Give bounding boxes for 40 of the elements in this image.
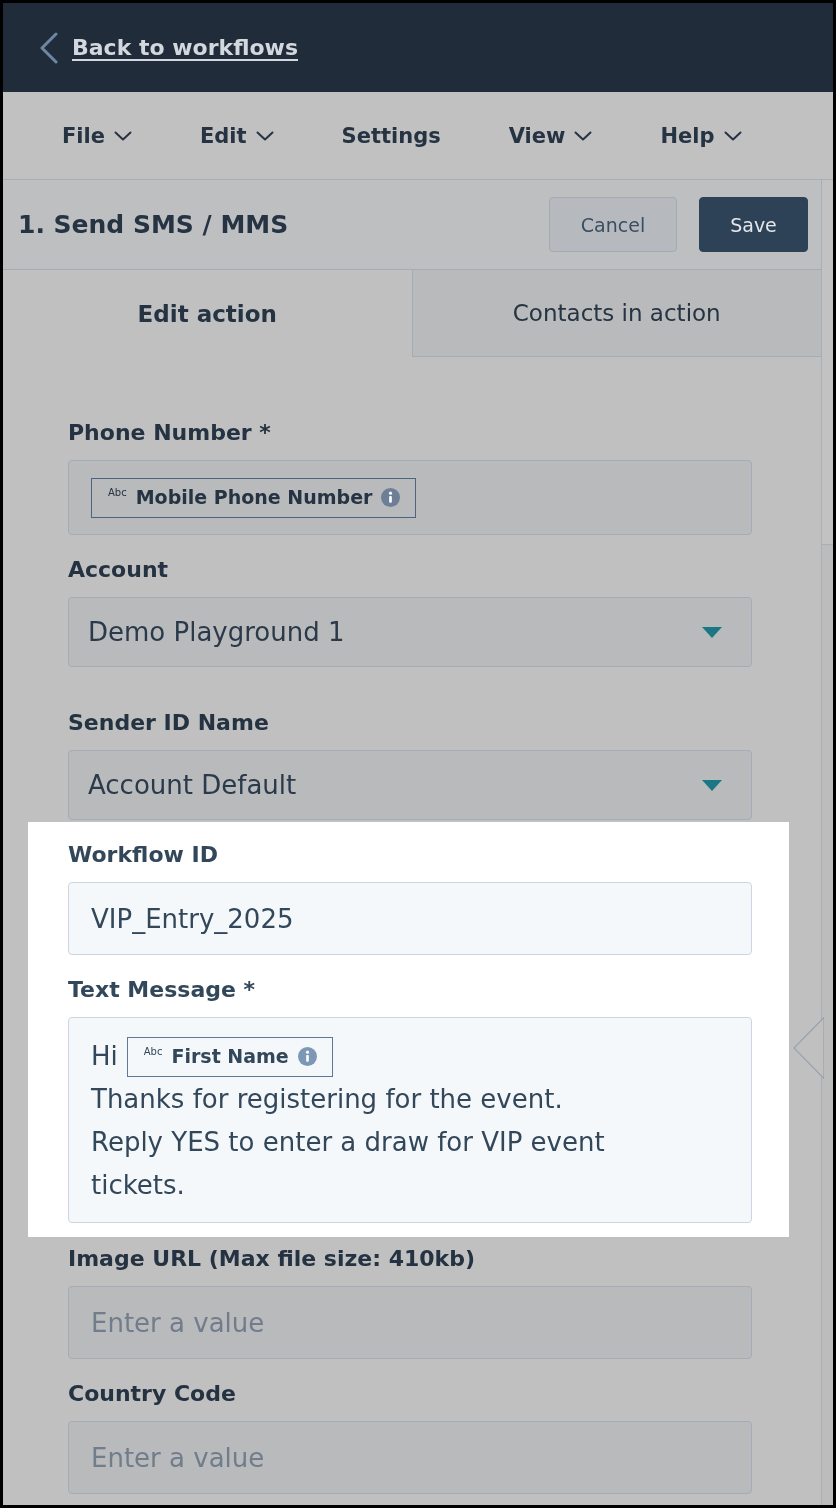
- input-field[interactable]: Enter a value: [68, 1421, 752, 1494]
- info-icon: [297, 1047, 317, 1066]
- property-token[interactable]: Abc First Name: [126, 1036, 333, 1077]
- menu-item[interactable]: Settings: [341, 123, 441, 148]
- message-text: Thanks for registering for the event.: [91, 1083, 564, 1116]
- token-label: First Name: [171, 1047, 289, 1066]
- input-field[interactable]: VIP_Entry_2025: [68, 882, 752, 955]
- message-text: tickets.: [91, 1169, 186, 1202]
- field-label: Phone Number *: [68, 419, 272, 447]
- menu-item[interactable]: Help: [660, 123, 742, 148]
- input-field[interactable]: Abc Mobile Phone Number: [68, 460, 752, 535]
- field-label: Country Code: [68, 1380, 237, 1408]
- field-label: Image URL (Max file size: 410kb): [68, 1245, 476, 1273]
- message-text: Reply YES to enter a draw for VIP event: [91, 1126, 606, 1159]
- type-label: Abc: [143, 1046, 163, 1057]
- caret-down-icon: [702, 626, 722, 638]
- field-label: Sender ID Name: [68, 709, 270, 737]
- token-label: Mobile Phone Number: [135, 488, 373, 507]
- tab[interactable]: Contacts in action: [411, 270, 821, 357]
- save-button[interactable]: Save: [699, 197, 808, 252]
- info-icon: [381, 488, 401, 507]
- field-label: Workflow ID: [68, 841, 219, 869]
- input-field[interactable]: Enter a value: [68, 1286, 752, 1359]
- chevron-left-icon: [40, 31, 58, 64]
- property-token[interactable]: Abc Mobile Phone Number: [91, 477, 417, 518]
- type-label: Abc: [108, 487, 127, 498]
- menu-item[interactable]: View: [508, 123, 593, 148]
- menu-item[interactable]: Edit: [200, 123, 274, 148]
- panel-title: 1. Send SMS / MMS: [18, 210, 290, 239]
- cancel-button[interactable]: Cancel: [549, 197, 677, 252]
- menu-item[interactable]: File: [62, 123, 132, 148]
- message-text: Hi: [91, 1040, 118, 1073]
- scrollbar-thumb[interactable]: [822, 180, 833, 545]
- dropdown[interactable]: Demo Playground 1: [68, 597, 752, 667]
- message-field[interactable]: Hi Abc First Name Thanks for registering for the event. Reply YES to enter a draw for VIP event tickets.: [68, 1017, 752, 1223]
- back-link[interactable]: Back to workflows: [40, 31, 298, 64]
- dropdown[interactable]: Account Default: [68, 750, 752, 820]
- field-label: Account: [68, 556, 170, 584]
- caret-down-icon: [702, 779, 722, 791]
- field-label: Text Message *: [68, 976, 257, 1004]
